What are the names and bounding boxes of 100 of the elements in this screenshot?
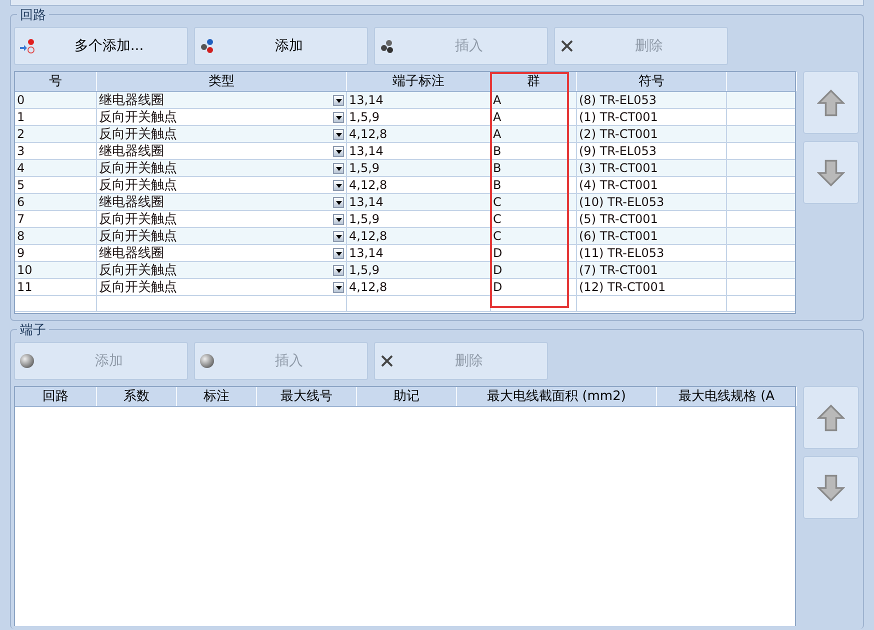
dropdown-button[interactable] — [333, 282, 344, 293]
dropdown-value: 继电器线圈 — [99, 245, 164, 261]
column-header[interactable]: 助记 — [357, 387, 457, 406]
column-header[interactable]: 系数 — [97, 387, 177, 406]
table-cell: 4,12,8 — [347, 279, 491, 295]
dropdown-value: 反向开关触点 — [99, 211, 177, 227]
table-cell: 13,14 — [347, 92, 491, 108]
table-cell: 1,5,9 — [347, 109, 491, 125]
table-cell: 1,5,9 — [347, 160, 491, 176]
table-cell: (8) TR-EL053 — [577, 92, 727, 108]
table-cell: 2 — [15, 126, 97, 142]
table-cell: (9) TR-EL053 — [577, 143, 727, 159]
table-cell: (3) TR-CT001 — [577, 160, 727, 176]
move-up-button[interactable] — [803, 71, 859, 134]
column-header[interactable]: 端子标注 — [347, 72, 491, 91]
dropdown-button[interactable] — [333, 214, 344, 225]
dropdown-button[interactable] — [333, 265, 344, 276]
table-cell: 8 — [15, 228, 97, 244]
column-header[interactable]: 类型 — [97, 72, 347, 91]
dropdown-value: 反向开关触点 — [99, 262, 177, 278]
table-cell: C — [491, 228, 577, 244]
table-cell: 1,5,9 — [347, 211, 491, 227]
ball-icon — [19, 353, 35, 369]
dropdown-value: 继电器线圈 — [99, 143, 164, 159]
dropdown-button[interactable] — [333, 231, 344, 242]
table-cell: A — [491, 126, 577, 142]
up-arrow-icon — [817, 88, 845, 116]
column-header[interactable]: 最大电线规格 (A — [657, 387, 797, 406]
table-cell: (10) TR-EL053 — [577, 194, 727, 210]
table-cell: D — [491, 245, 577, 261]
table-cell: B — [491, 160, 577, 176]
table-cell: 1 — [15, 109, 97, 125]
table-cell: C — [491, 194, 577, 210]
table-cell: 10 — [15, 262, 97, 278]
table-cell: 11 — [15, 279, 97, 295]
group-title: 回路 — [17, 6, 49, 24]
table-cell: C — [491, 211, 577, 227]
table-cell: (6) TR-CT001 — [577, 228, 727, 244]
column-header[interactable]: 群 — [491, 72, 577, 91]
toolbar-button[interactable]: 多个添加... — [14, 27, 188, 65]
dropdown-button[interactable] — [333, 180, 344, 191]
molecule-icon — [379, 38, 395, 54]
table-cell: (1) TR-CT001 — [577, 109, 727, 125]
table-cell: 4 — [15, 160, 97, 176]
dropdown-button[interactable] — [333, 129, 344, 140]
dropdown-value: 继电器线圈 — [99, 194, 164, 210]
close-icon — [559, 38, 575, 54]
column-header[interactable]: 最大电线截面积 (mm2) — [457, 387, 657, 406]
table-cell: B — [491, 143, 577, 159]
dropdown-button[interactable] — [333, 248, 344, 259]
table-cell: (2) TR-CT001 — [577, 126, 727, 142]
dropdown-button[interactable] — [333, 112, 344, 123]
dropdown-value: 反向开关触点 — [99, 160, 177, 176]
close-icon — [379, 353, 395, 369]
table-cell: 6 — [15, 194, 97, 210]
table-cell: (12) TR-CT001 — [577, 279, 727, 295]
table-cell: 1,5,9 — [347, 262, 491, 278]
ball-icon — [199, 353, 215, 369]
column-header[interactable]: 回路 — [15, 387, 97, 406]
table-cell: 4,12,8 — [347, 177, 491, 193]
move-up-button[interactable] — [803, 386, 859, 449]
column-header[interactable]: 最大线号 — [257, 387, 357, 406]
table-cell: A — [491, 92, 577, 108]
up-arrow-icon — [817, 404, 845, 432]
table-cell: 13,14 — [347, 245, 491, 261]
table-cell: 7 — [15, 211, 97, 227]
down-arrow-icon — [817, 474, 845, 502]
table-cell: (5) TR-CT001 — [577, 211, 727, 227]
molecule-icon — [199, 38, 215, 54]
dropdown-value: 反向开关触点 — [99, 109, 177, 125]
circles-icon — [19, 38, 35, 54]
table-cell: 13,14 — [347, 143, 491, 159]
column-header[interactable]: 符号 — [577, 72, 727, 91]
table-cell: 3 — [15, 143, 97, 159]
table-cell: (4) TR-CT001 — [577, 177, 727, 193]
table-cell: 0 — [15, 92, 97, 108]
column-header[interactable]: 标注 — [177, 387, 257, 406]
dropdown-button[interactable] — [333, 95, 344, 106]
table-cell: 4,12,8 — [347, 228, 491, 244]
table-cell: D — [491, 279, 577, 295]
dropdown-value: 反向开关触点 — [99, 177, 177, 193]
move-down-button[interactable] — [803, 141, 859, 204]
dropdown-value: 反向开关触点 — [99, 228, 177, 244]
dropdown-button[interactable] — [333, 197, 344, 208]
group-title: 端子 — [17, 321, 49, 339]
table-cell: (11) TR-EL053 — [577, 245, 727, 261]
table-cell: 13,14 — [347, 194, 491, 210]
toolbar-button[interactable]: 添加 — [194, 27, 368, 65]
table-cell: 5 — [15, 177, 97, 193]
table-cell: D — [491, 262, 577, 278]
table-cell: B — [491, 177, 577, 193]
dropdown-value: 反向开关触点 — [99, 279, 177, 295]
dropdown-value: 反向开关触点 — [99, 126, 177, 142]
dropdown-button[interactable] — [333, 163, 344, 174]
table-cell: (7) TR-CT001 — [577, 262, 727, 278]
move-down-button[interactable] — [803, 456, 859, 519]
column-header[interactable]: 号 — [15, 72, 97, 91]
table-cell: A — [491, 109, 577, 125]
dropdown-button[interactable] — [333, 146, 344, 157]
dropdown-value: 继电器线圈 — [99, 92, 164, 108]
